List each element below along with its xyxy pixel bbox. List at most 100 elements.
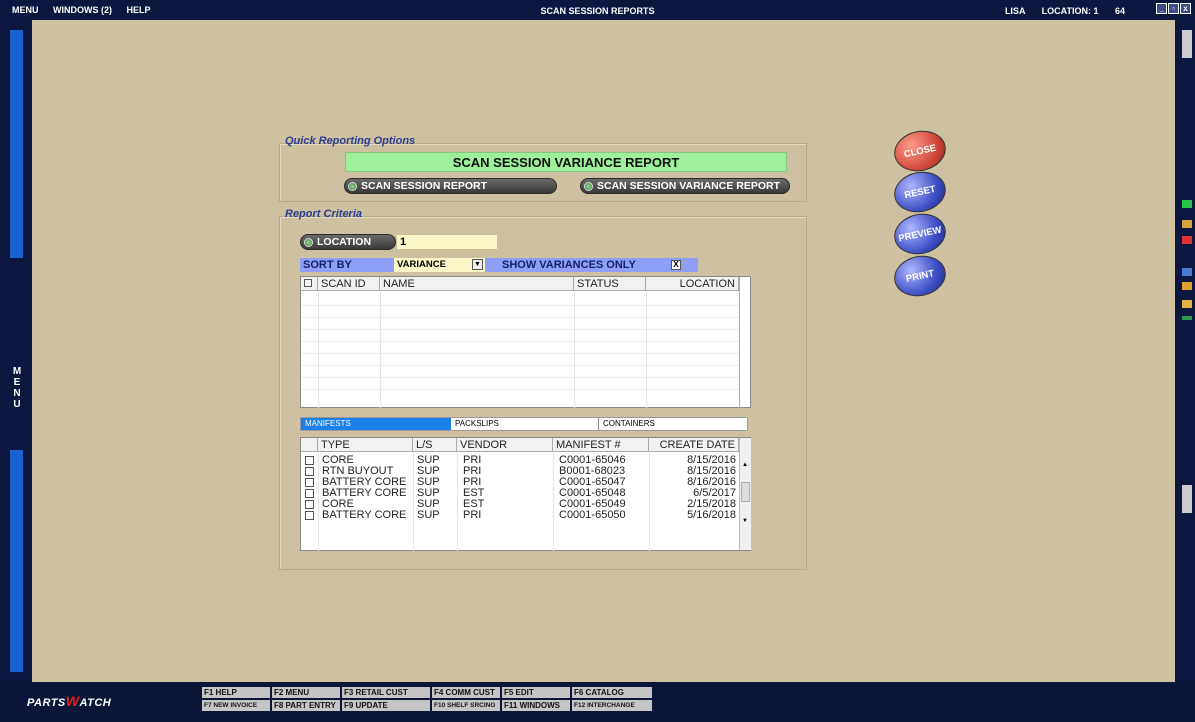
row-checkbox[interactable] bbox=[305, 511, 314, 520]
column-status[interactable]: STATUS bbox=[574, 277, 646, 291]
calendar-icon[interactable] bbox=[1182, 220, 1192, 228]
person-icon[interactable] bbox=[1182, 268, 1192, 276]
green-status-icon[interactable] bbox=[1182, 200, 1192, 208]
manifest-scrollbar[interactable]: ▲ ▼ bbox=[739, 438, 751, 550]
restore-icon[interactable]: ▫ bbox=[1168, 3, 1179, 14]
close-window-icon[interactable]: x bbox=[1180, 3, 1191, 14]
menu-windows[interactable]: WINDOWS (2) bbox=[53, 5, 112, 15]
scan-session-variance-report-button[interactable]: SCAN SESSION VARIANCE REPORT bbox=[580, 178, 790, 194]
column-scan-id[interactable]: SCAN ID bbox=[318, 277, 380, 291]
side-menu-segment bbox=[10, 30, 23, 258]
location-button-label: LOCATION bbox=[317, 236, 372, 248]
row-checkbox[interactable] bbox=[305, 456, 314, 465]
side-menu-letter: E bbox=[13, 377, 21, 388]
toolbar-icons-lower[interactable] bbox=[1182, 485, 1192, 513]
scroll-up-icon[interactable]: ▲ bbox=[742, 462, 748, 468]
scan-grid[interactable]: SCAN ID NAME STATUS LOCATION bbox=[300, 276, 751, 408]
menu-menu[interactable]: MENU bbox=[12, 5, 39, 15]
quick-reporting-label: Quick Reporting Options bbox=[285, 135, 416, 147]
column-manifest[interactable]: MANIFEST # bbox=[553, 438, 649, 452]
scroll-down-icon[interactable]: ▼ bbox=[742, 518, 748, 524]
tab-packslips[interactable]: PACKSLIPS bbox=[451, 418, 599, 430]
show-variances-label: SHOW VARIANCES ONLY bbox=[502, 259, 636, 271]
radio-icon bbox=[584, 181, 593, 191]
scan-session-report-label: SCAN SESSION REPORT bbox=[361, 180, 488, 192]
side-menu-bar[interactable]: M E N U bbox=[0, 20, 32, 682]
grid-line bbox=[646, 291, 647, 408]
scan-session-report-button[interactable]: SCAN SESSION REPORT bbox=[344, 178, 557, 194]
tab-manifests[interactable]: MANIFESTS bbox=[301, 418, 451, 430]
column-location[interactable]: LOCATION bbox=[646, 277, 739, 291]
show-variances-checkbox[interactable]: X bbox=[671, 260, 681, 270]
row-checkbox[interactable] bbox=[305, 467, 314, 476]
grid-line bbox=[318, 452, 319, 551]
side-menu-label[interactable]: M E N U bbox=[10, 366, 24, 410]
grid-line bbox=[457, 452, 458, 551]
column-name[interactable]: NAME bbox=[380, 277, 574, 291]
note-icon[interactable] bbox=[1182, 300, 1192, 308]
chevron-down-icon[interactable]: ▼ bbox=[472, 259, 483, 270]
f12-interchange-key[interactable]: F12 INTERCHANGE bbox=[572, 700, 652, 711]
tab-containers[interactable]: CONTAINERS bbox=[599, 418, 747, 430]
f9-update-key[interactable]: F9 UPDATE bbox=[342, 700, 430, 711]
grid-line bbox=[380, 291, 381, 408]
cell-manifest: C0001-65050 bbox=[559, 509, 626, 521]
manifest-tabs: MANIFESTS PACKSLIPS CONTAINERS bbox=[300, 417, 748, 431]
column-create-date[interactable]: CREATE DATE bbox=[649, 438, 739, 452]
grid-line bbox=[553, 452, 554, 551]
grid-line bbox=[301, 353, 739, 354]
logo-w: W bbox=[65, 693, 80, 709]
column-type[interactable]: TYPE bbox=[318, 438, 413, 452]
f6-catalog-key[interactable]: F6 CATALOG bbox=[572, 687, 652, 698]
f10-shelf-srcing-key[interactable]: F10 SHELF SRCING bbox=[432, 700, 500, 711]
f11-windows-key[interactable]: F11 WINDOWS bbox=[502, 700, 570, 711]
scroll-thumb[interactable] bbox=[741, 482, 750, 502]
report-criteria-label: Report Criteria bbox=[285, 208, 363, 220]
row-checkbox[interactable] bbox=[305, 478, 314, 487]
battery-icon[interactable] bbox=[1182, 316, 1192, 320]
partswatch-logo: PARTSWATCH bbox=[27, 693, 111, 709]
right-toolbar bbox=[1175, 20, 1195, 682]
select-all-checkbox[interactable] bbox=[301, 277, 318, 291]
sort-bar: SORT BY SHOW VARIANCES ONLY bbox=[300, 258, 698, 272]
location-input[interactable]: 1 bbox=[396, 234, 498, 250]
side-menu-letter: U bbox=[13, 399, 21, 410]
toolbar-icons[interactable] bbox=[1182, 30, 1192, 58]
side-menu-segment bbox=[10, 450, 23, 672]
grid-line bbox=[301, 329, 739, 330]
sort-by-select[interactable]: VARIANCE ▼ bbox=[394, 258, 485, 272]
location-button[interactable]: LOCATION bbox=[300, 234, 396, 250]
f2-menu-key[interactable]: F2 MENU bbox=[272, 687, 340, 698]
f1-help-key[interactable]: F1 HELP bbox=[202, 687, 270, 698]
grid-line bbox=[413, 452, 414, 551]
side-menu-letter: N bbox=[13, 388, 21, 399]
f7-new-invoice-key[interactable]: F7 NEW INVOICE bbox=[202, 700, 270, 711]
column-vendor[interactable]: VENDOR bbox=[457, 438, 553, 452]
grid-line bbox=[301, 377, 739, 378]
user-name: LISA bbox=[1004, 6, 1026, 16]
scan-session-variance-report-label: SCAN SESSION VARIANCE REPORT bbox=[597, 180, 780, 192]
cell-date: 5/16/2018 bbox=[687, 509, 736, 521]
station-number: 64 bbox=[1114, 6, 1125, 16]
row-checkbox[interactable] bbox=[305, 489, 314, 498]
grid-line bbox=[301, 341, 739, 342]
f8-part-entry-key[interactable]: F8 PART ENTRY bbox=[272, 700, 340, 711]
grid-line bbox=[301, 317, 739, 318]
grid-line bbox=[318, 291, 319, 408]
manifest-select-column bbox=[301, 438, 318, 452]
f4-comm-cust-key[interactable]: F4 COMM CUST bbox=[432, 687, 500, 698]
minimize-icon[interactable]: _ bbox=[1156, 3, 1167, 14]
manifest-grid-header: TYPE L/S VENDOR MANIFEST # CREATE DATE bbox=[301, 438, 739, 452]
row-checkbox[interactable] bbox=[305, 500, 314, 509]
column-ls[interactable]: L/S bbox=[413, 438, 457, 452]
manifest-grid[interactable]: TYPE L/S VENDOR MANIFEST # CREATE DATE ▲… bbox=[300, 437, 751, 551]
report-title-banner: SCAN SESSION VARIANCE REPORT bbox=[345, 152, 787, 172]
pencil-icon[interactable] bbox=[1182, 282, 1192, 290]
title-bar: MENU WINDOWS (2) HELP SCAN SESSION REPOR… bbox=[0, 0, 1195, 20]
radio-icon bbox=[348, 181, 357, 191]
f5-edit-key[interactable]: F5 EDIT bbox=[502, 687, 570, 698]
menu-help[interactable]: HELP bbox=[127, 5, 151, 15]
sort-by-label: SORT BY bbox=[303, 259, 352, 271]
f3-retail-cust-key[interactable]: F3 RETAIL CUST bbox=[342, 687, 430, 698]
mail-icon[interactable] bbox=[1182, 236, 1192, 244]
